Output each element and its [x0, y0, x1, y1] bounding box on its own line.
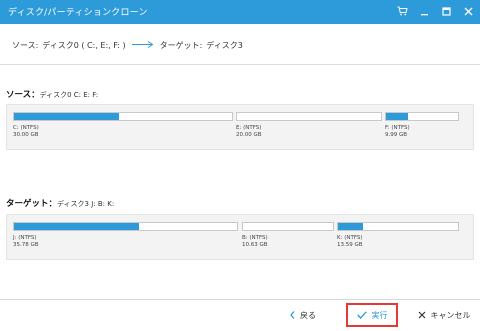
partition-name: E: (NTFS) [236, 125, 262, 131]
partition-size: 9.99 GB [385, 132, 408, 138]
partition-label: C: (NTFS) 30.00 GB [13, 125, 39, 139]
run-button-label: 実行 [371, 310, 388, 320]
partition-label: B: (NTFS) 10.63 GB [242, 235, 268, 249]
partition-usage-bar [13, 222, 238, 231]
checkmark-icon [356, 311, 367, 319]
cart-icon[interactable] [396, 4, 408, 18]
source-heading: ソース：ディスク0 C: E: F: [6, 88, 98, 100]
header-divider [0, 64, 480, 65]
cancel-button[interactable]: キャンセル [412, 303, 476, 327]
minimize-icon[interactable] [418, 4, 430, 18]
partition-size: 13.59 GB [337, 242, 363, 248]
partition-label: E: (NTFS) 20.00 GB [236, 125, 262, 139]
target-heading-label: ターゲット： [6, 199, 58, 209]
cancel-button-label: キャンセル [430, 310, 471, 320]
partition-size: 35.78 GB [13, 242, 39, 248]
partition-usage-fill [386, 113, 408, 120]
partition-name: C: (NTFS) [13, 125, 39, 131]
partition-name: F: (NTFS) [385, 125, 410, 131]
chevron-left-icon [290, 311, 295, 319]
partition-usage-bar [236, 112, 382, 121]
partition-name: K: (NTFS) [337, 235, 363, 241]
close-icon [418, 311, 426, 319]
partition-size: 20.00 GB [236, 132, 262, 138]
partition-label: F: (NTFS) 9.99 GB [385, 125, 410, 139]
arrow-right-icon [131, 41, 154, 50]
target-disk-panel: J: (NTFS) 35.78 GB B: (NTFS) 10.63 GB K:… [6, 214, 474, 260]
target-heading: ターゲット：ディスク3 J: B: K: [6, 197, 114, 209]
source-disk-panel: C: (NTFS) 30.00 GB E: (NTFS) 20.00 GB F:… [6, 104, 474, 150]
breadcrumb-dest-value: ディスク3 [206, 41, 243, 50]
title-bar: ディスク/パーティションクローン [0, 0, 480, 24]
partition-name: J: (NTFS) [13, 235, 37, 241]
close-icon[interactable] [462, 4, 474, 18]
partition-usage-bar [242, 222, 334, 231]
partition-name: B: (NTFS) [242, 235, 268, 241]
breadcrumb-source-value: ディスク0 ( C:, E:, F: ) [42, 41, 126, 50]
partition-size: 30.00 GB [13, 132, 39, 138]
breadcrumb-source-label: ソース: [12, 41, 39, 50]
partition-label: J: (NTFS) 35.78 GB [13, 235, 39, 249]
partition-usage-bar [385, 112, 459, 121]
window-controls [396, 4, 474, 18]
back-button-label: 戻る [300, 310, 316, 320]
breadcrumb: ソース: ディスク0 ( C:, E:, F: ) ターゲット: ディスク3 [12, 40, 243, 51]
partition-label: K: (NTFS) 13.59 GB [337, 235, 363, 249]
partition-usage-bar [337, 222, 459, 231]
maximize-icon[interactable] [440, 4, 452, 18]
source-heading-label: ソース： [6, 90, 40, 100]
window-title: ディスク/パーティションクローン [8, 8, 148, 18]
partition-size: 10.63 GB [242, 242, 268, 248]
partition-usage-bar [13, 112, 233, 121]
footer-bar: 戻る 実行 キャンセル [0, 299, 480, 331]
run-button[interactable]: 実行 [346, 303, 398, 327]
source-disk-name: ディスク0 C: E: F: [39, 91, 99, 99]
partition-usage-fill [14, 223, 139, 230]
back-button[interactable]: 戻る [282, 303, 324, 327]
target-disk-name: ディスク3 J: B: K: [57, 200, 115, 208]
partition-usage-fill [14, 113, 119, 120]
partition-usage-fill [338, 223, 364, 230]
breadcrumb-dest-label: ターゲット: [159, 41, 203, 50]
